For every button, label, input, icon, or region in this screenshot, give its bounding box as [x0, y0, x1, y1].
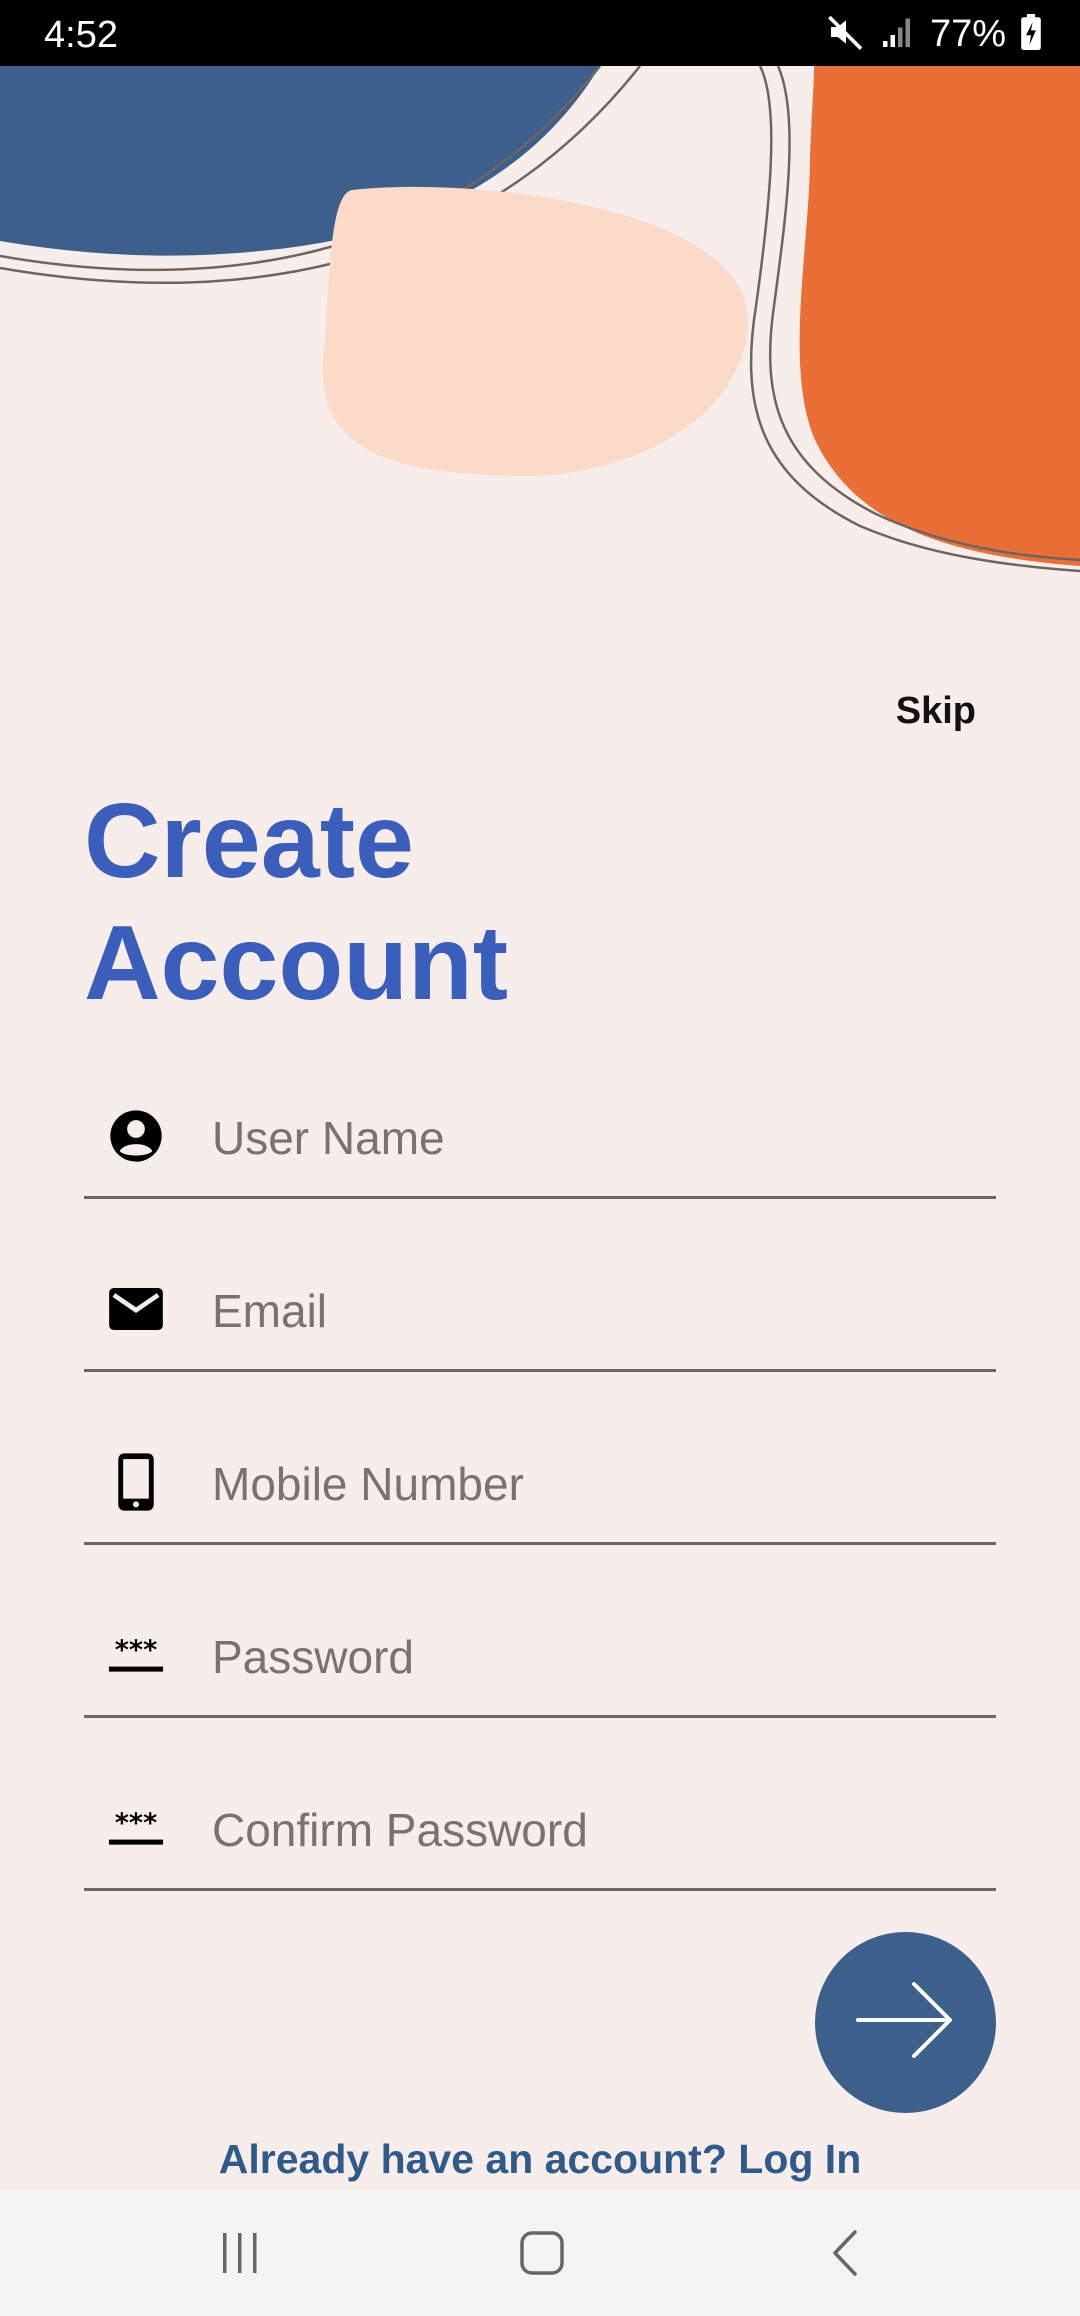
decorative-background-shapes	[0, 66, 1080, 573]
skip-button[interactable]: Skip	[896, 690, 976, 733]
recent-apps-button[interactable]	[200, 2220, 280, 2286]
username-field[interactable]	[84, 1076, 996, 1199]
mute-icon	[826, 12, 866, 57]
home-button[interactable]	[502, 2220, 582, 2286]
back-icon	[833, 2230, 857, 2276]
email-field[interactable]	[84, 1249, 996, 1372]
email-input[interactable]	[210, 1275, 974, 1347]
svg-text:***: ***	[115, 1808, 157, 1839]
arrow-right-icon	[854, 1975, 958, 2070]
title-line-1: Create	[84, 782, 414, 900]
confirm-password-field[interactable]: ***	[84, 1768, 996, 1891]
battery-percentage: 77%	[929, 12, 1006, 55]
confirm-password-input[interactable]	[210, 1794, 974, 1866]
mobile-number-input[interactable]	[210, 1448, 974, 1520]
password-field[interactable]: ***	[84, 1595, 996, 1718]
login-link[interactable]: Already have an account? Log In	[0, 2136, 1080, 2183]
system-navigation-bar	[0, 2190, 1080, 2316]
password-input[interactable]	[210, 1621, 974, 1693]
battery-charging-icon	[1020, 13, 1042, 55]
mail-icon	[106, 1279, 166, 1339]
page-title: Create Account	[84, 780, 784, 1024]
password-icon: ***	[106, 1625, 166, 1685]
status-time: 4:52	[44, 14, 118, 56]
back-button[interactable]	[805, 2220, 885, 2286]
mobile-field[interactable]	[84, 1422, 996, 1545]
recents-icon	[223, 2233, 257, 2273]
signal-icon	[880, 14, 916, 55]
svg-text:***: ***	[115, 1635, 157, 1666]
username-input[interactable]	[210, 1102, 974, 1174]
phone-icon	[106, 1452, 166, 1512]
status-bar: 4:52 77%	[0, 0, 1080, 66]
home-icon	[520, 2231, 564, 2275]
password-icon: ***	[106, 1798, 166, 1858]
next-button[interactable]	[815, 1932, 996, 2113]
person-icon	[106, 1106, 166, 1166]
status-icons: 77%	[826, 12, 1042, 56]
title-line-2: Account	[84, 904, 508, 1022]
